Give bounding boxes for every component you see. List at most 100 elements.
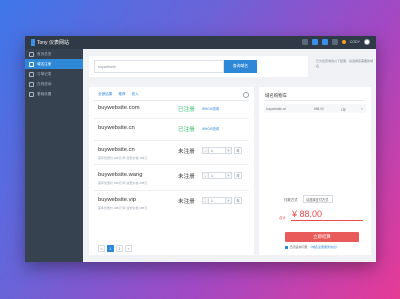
price-note: 首年优惠价 ¥88元/年 续费价格 ¥88元: [98, 206, 148, 210]
cart-icon[interactable]: [321, 39, 328, 45]
logo-icon: [31, 39, 35, 46]
sidebar-item-settings[interactable]: 基础设置: [25, 89, 83, 99]
avatar[interactable]: [364, 39, 370, 45]
checkout-button[interactable]: 立即结算: [285, 232, 359, 242]
whois-link[interactable]: WHOIS查看: [202, 126, 219, 131]
top-bar: Tony 仪表网站 CODY: [25, 36, 376, 49]
sidebar-item-label: 在线咨询: [37, 81, 52, 86]
sidebar-item-label: 订单记录: [37, 71, 52, 76]
globe-icon: [29, 61, 34, 67]
status-badge: 未注册: [178, 199, 195, 205]
years-value[interactable]: 1: [208, 198, 226, 203]
list-icon: [29, 71, 34, 77]
years-stepper: - 1 +: [202, 197, 232, 204]
domain-name: buywebsite.cn: [98, 125, 135, 131]
message-icon[interactable]: [311, 39, 318, 45]
result-tabs: 全部结果 推荐 收入: [98, 92, 139, 97]
user-name[interactable]: CODY: [350, 40, 360, 44]
row-divider: [94, 118, 249, 119]
increase-button[interactable]: +: [226, 198, 231, 203]
search-card: buywebsite 查询域名: [89, 56, 308, 77]
row-divider: [94, 190, 249, 191]
agreement-link[interactable]: 《域名注册服务协议》: [309, 245, 339, 249]
payment-label: 付款方式: [284, 198, 298, 202]
page-button-1[interactable]: 1: [107, 245, 114, 252]
cart-item-price: ¥88.00: [314, 107, 324, 111]
mail-icon[interactable]: [331, 39, 338, 45]
home-icon: [29, 51, 34, 57]
sidebar-item-orders[interactable]: 订单记录: [25, 69, 83, 79]
cart-item: buywebsite.cn ¥88.00 1年 ×: [264, 104, 366, 113]
domain-name: buywebsite.cn: [98, 147, 135, 153]
divider: [94, 100, 249, 101]
results-panel: 全部结果 推荐 收入 buywebsite.com 已注册 WHOIS查看 bu…: [89, 87, 254, 255]
result-row: buywebsite.wang 未注册 - 1 + 年 首年优惠价 ¥88元/年…: [98, 171, 250, 191]
page-next-button[interactable]: >: [125, 245, 132, 252]
app-window: Tony 仪表网站 CODY 首页总览 域名注册 订单记录 在线咨询 基础设置 …: [25, 36, 376, 262]
result-row: buywebsite.vip 未注册 - 1 + 年 首年优惠价 ¥88元/年 …: [98, 196, 250, 216]
status-badge: 已注册: [178, 127, 195, 133]
main-content: buywebsite 查询域名 已为您查询到以下结果，请选择您需要的域名 全部结…: [83, 49, 376, 262]
result-row: buywebsite.com 已注册 WHOIS查看: [98, 104, 250, 124]
page-button-2[interactable]: 2: [116, 245, 123, 252]
tab-recommend[interactable]: 推荐: [118, 92, 125, 97]
years-unit[interactable]: 年: [234, 172, 242, 179]
row-divider: [94, 164, 249, 165]
agree-checkbox[interactable]: [285, 245, 288, 249]
increase-button[interactable]: +: [226, 148, 231, 153]
search-tip: 已为您查询到以下结果，请选择您需要的域名: [316, 59, 374, 68]
notification-icon[interactable]: [341, 40, 346, 44]
status-badge: 未注册: [178, 174, 195, 180]
domain-name: buywebsite.com: [98, 105, 140, 111]
cart-item-name: buywebsite.cn: [266, 107, 287, 111]
settings-icon: [29, 91, 34, 97]
grid-icon[interactable]: [301, 39, 308, 45]
status-badge: 已注册: [178, 107, 195, 113]
price-note: 首年优惠价 ¥88元/年 续费价格 ¥88元: [98, 156, 148, 160]
years-value[interactable]: 1: [208, 173, 226, 178]
tab-income[interactable]: 收入: [132, 92, 139, 97]
app-title: Tony 仪表网站: [37, 40, 69, 46]
status-badge: 未注册: [178, 149, 195, 155]
cart-title: 域名购物车: [265, 93, 287, 98]
total-amount: ¥ 88.00: [292, 209, 323, 219]
chat-icon: [29, 81, 34, 87]
gear-icon[interactable]: [243, 92, 249, 98]
divider: [264, 100, 366, 101]
sidebar-item-home[interactable]: 首页总览: [25, 49, 83, 59]
result-row: buywebsite.cn 未注册 - 1 + 年 首年优惠价 ¥88元/年 续…: [98, 146, 250, 166]
domain-search-input[interactable]: buywebsite: [94, 60, 224, 73]
years-stepper: - 1 +: [202, 147, 232, 154]
search-button[interactable]: 查询域名: [224, 60, 257, 73]
total-label: 合计: [279, 216, 286, 220]
logo[interactable]: Tony 仪表网站: [31, 39, 69, 46]
agreement: 已阅读并同意 《域名注册服务协议》: [285, 245, 339, 249]
sidebar-item-label: 域名注册: [37, 61, 52, 66]
total-underline: [291, 220, 363, 221]
sidebar: 首页总览 域名注册 订单记录 在线咨询 基础设置: [25, 49, 83, 262]
whois-link[interactable]: WHOIS查看: [202, 106, 219, 111]
top-bar-actions: CODY: [301, 39, 370, 45]
pagination: < 1 2 >: [98, 245, 132, 252]
cart-panel: 域名购物车 buywebsite.cn ¥88.00 1年 × 付款方式 请选择…: [259, 87, 371, 255]
increase-button[interactable]: +: [226, 173, 231, 178]
domain-name: buywebsite.vip: [98, 197, 137, 203]
sidebar-item-domain-register[interactable]: 域名注册: [25, 59, 83, 69]
price-note: 首年优惠价 ¥88元/年 续费价格 ¥88元: [98, 181, 148, 185]
sidebar-item-label: 基础设置: [37, 91, 52, 96]
years-stepper: - 1 +: [202, 172, 232, 179]
close-icon[interactable]: ×: [361, 106, 363, 111]
cart-item-years: 1年: [341, 108, 346, 112]
domain-name: buywebsite.wang: [98, 172, 143, 178]
tab-all[interactable]: 全部结果: [98, 92, 112, 97]
agree-text: 已阅读并同意: [289, 245, 308, 249]
years-value[interactable]: 1: [208, 148, 226, 153]
sidebar-item-chat[interactable]: 在线咨询: [25, 79, 83, 89]
row-divider: [94, 140, 249, 141]
years-unit[interactable]: 年: [234, 197, 242, 204]
sidebar-item-label: 首页总览: [37, 51, 52, 56]
years-unit[interactable]: 年: [234, 147, 242, 154]
payment-method-select[interactable]: 请选择支付方式: [303, 195, 333, 203]
page-prev-button[interactable]: <: [98, 245, 105, 252]
result-row: buywebsite.cn 已注册 WHOIS查看: [98, 124, 250, 144]
